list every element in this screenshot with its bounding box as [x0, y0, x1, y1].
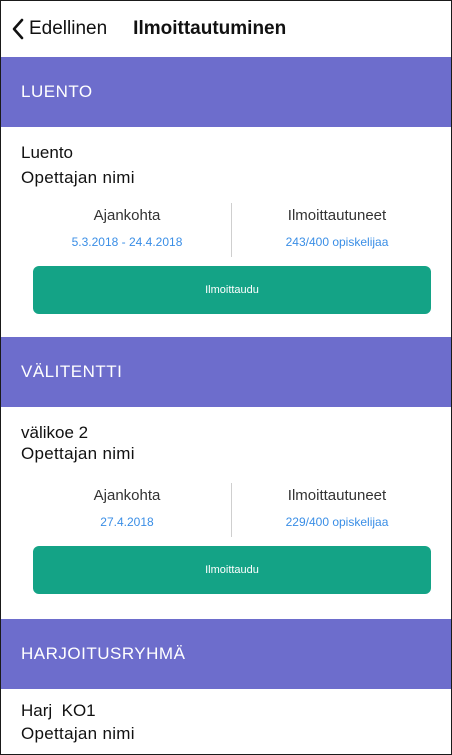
- signup-button[interactable]: Ilmoittaudu: [33, 266, 431, 314]
- signup-button[interactable]: Ilmoittaudu: [33, 546, 431, 594]
- back-label: Edellinen: [29, 18, 108, 39]
- time-value: 27.4.2018: [100, 515, 154, 529]
- enrolled-info: Ilmoittautuneet 243/400 opiskelijaa: [237, 207, 437, 249]
- course-name: välikoe 2: [21, 423, 89, 442]
- enrolled-value: 229/400 opiskelijaa: [285, 515, 389, 529]
- course-name: Luento: [21, 143, 73, 162]
- app-screen: Edellinen Ilmoittautuminen LUENTO Luento…: [0, 0, 452, 755]
- page-title: Ilmoittautuminen: [133, 18, 287, 39]
- back-button[interactable]: Edellinen: [11, 18, 107, 40]
- time-label: Ajankohta: [93, 207, 161, 224]
- course-card: Luento Opettajan nimi Ajankohta 5.3.2018…: [1, 127, 451, 335]
- teacher-name: Opettajan nimi: [21, 724, 135, 743]
- teacher-name: Opettajan nimi: [21, 168, 135, 187]
- course-card: välikoe 2 Opettajan nimi Ajankohta 27.4.…: [1, 407, 451, 615]
- teacher-name: Opettajan nimi: [21, 444, 135, 463]
- section-title: LUENTO: [21, 82, 93, 101]
- time-info: Ajankohta 5.3.2018 - 24.4.2018: [27, 207, 227, 249]
- enrolled-label: Ilmoittautuneet: [287, 207, 387, 224]
- time-info: Ajankohta 27.4.2018: [27, 487, 227, 529]
- time-value: 5.3.2018 - 24.4.2018: [71, 235, 183, 249]
- enrolled-info: Ilmoittautuneet 229/400 opiskelijaa: [237, 487, 437, 529]
- section-header-luento: LUENTO: [1, 57, 451, 127]
- section-header-valitentti: VÄLITENTTI: [1, 337, 451, 407]
- section-header-harjoitusryhma: HARJOITUSRYHMÄ: [1, 619, 451, 689]
- top-navigation-bar: Edellinen Ilmoittautuminen: [1, 1, 451, 57]
- course-card: Harj KO1 Opettajan nimi: [1, 689, 451, 754]
- chevron-left-icon: [11, 18, 25, 40]
- time-label: Ajankohta: [93, 487, 161, 504]
- section-title: VÄLITENTTI: [21, 362, 123, 381]
- signup-button-label: Ilmoittaudu: [205, 564, 259, 576]
- enrolled-label: Ilmoittautuneet: [287, 487, 387, 504]
- course-name: Harj KO1: [21, 701, 96, 720]
- enrolled-value: 243/400 opiskelijaa: [285, 235, 389, 249]
- column-divider: [231, 203, 232, 257]
- signup-button-label: Ilmoittaudu: [205, 284, 259, 296]
- column-divider: [231, 483, 232, 537]
- section-title: HARJOITUSRYHMÄ: [21, 644, 186, 663]
